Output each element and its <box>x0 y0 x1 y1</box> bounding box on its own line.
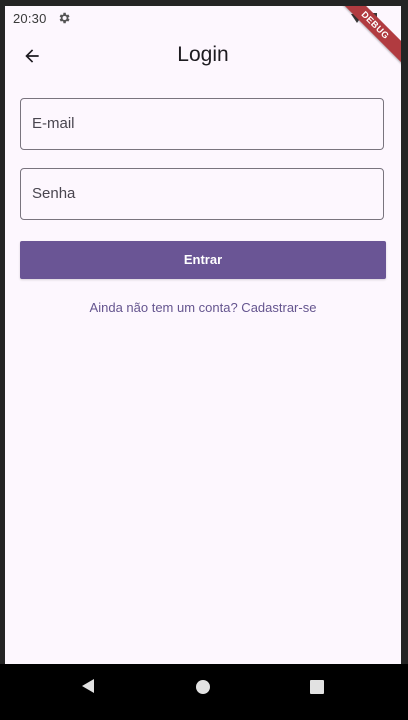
status-time: 20:30 <box>13 11 47 26</box>
app-screen: 20:30 DEBUG Login E-mail Senha Entrar Ai… <box>5 6 401 664</box>
password-field[interactable]: Senha <box>20 168 384 220</box>
nav-recents-icon[interactable] <box>310 680 324 694</box>
nav-home-icon[interactable] <box>196 680 210 694</box>
device-frame: 20:30 DEBUG Login E-mail Senha Entrar Ai… <box>0 0 408 720</box>
email-placeholder: E-mail <box>32 115 75 132</box>
password-placeholder: Senha <box>32 185 76 202</box>
settings-gear-icon <box>59 12 70 24</box>
register-link[interactable]: Ainda não tem um conta? Cadastrar-se <box>5 300 401 315</box>
app-bar: Login <box>5 30 401 82</box>
email-field[interactable]: E-mail <box>20 98 384 150</box>
page-title: Login <box>177 43 229 66</box>
system-nav-bar <box>0 664 408 720</box>
status-bar: 20:30 <box>5 6 401 30</box>
nav-back-icon[interactable] <box>80 678 96 694</box>
login-button[interactable]: Entrar <box>20 241 386 279</box>
